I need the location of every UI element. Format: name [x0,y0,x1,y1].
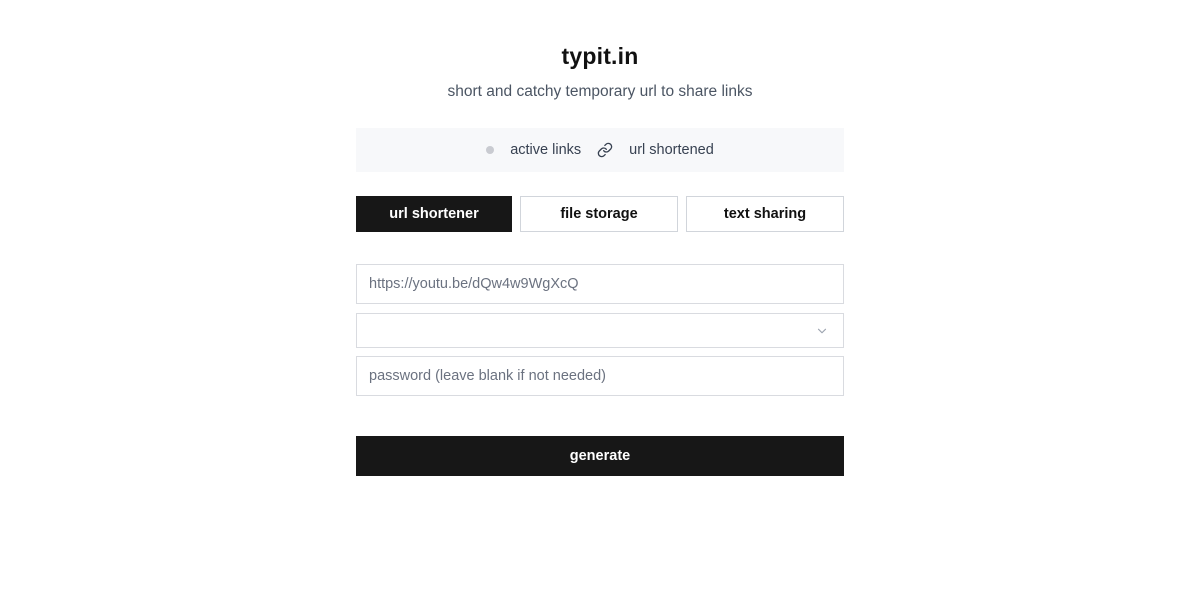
mode-tabs: url shortener file storage text sharing [356,196,844,232]
page: typit.in short and catchy temporary url … [0,0,1200,600]
tab-text-sharing[interactable]: text sharing [686,196,844,232]
tab-url-shortener[interactable]: url shortener [356,196,512,232]
url-shortened-label: url shortened [629,142,714,158]
active-links-label: active links [510,142,582,158]
password-field-wrapper [356,356,844,396]
active-links-stat: active links [486,142,581,158]
url-input[interactable] [357,265,843,303]
password-input[interactable] [357,357,843,395]
expiry-select[interactable] [356,313,844,348]
link-icon [597,142,613,158]
page-subtitle: short and catchy temporary url to share … [447,83,753,100]
stats-bar: active links url shortened [356,128,844,172]
tab-file-storage[interactable]: file storage [520,196,678,232]
status-dot-icon [486,146,495,154]
page-title: typit.in [561,43,639,69]
url-field-wrapper [356,264,844,304]
url-shortened-stat: url shortened [597,142,714,158]
chevron-down-icon [815,324,829,338]
generate-button[interactable]: generate [356,436,844,476]
